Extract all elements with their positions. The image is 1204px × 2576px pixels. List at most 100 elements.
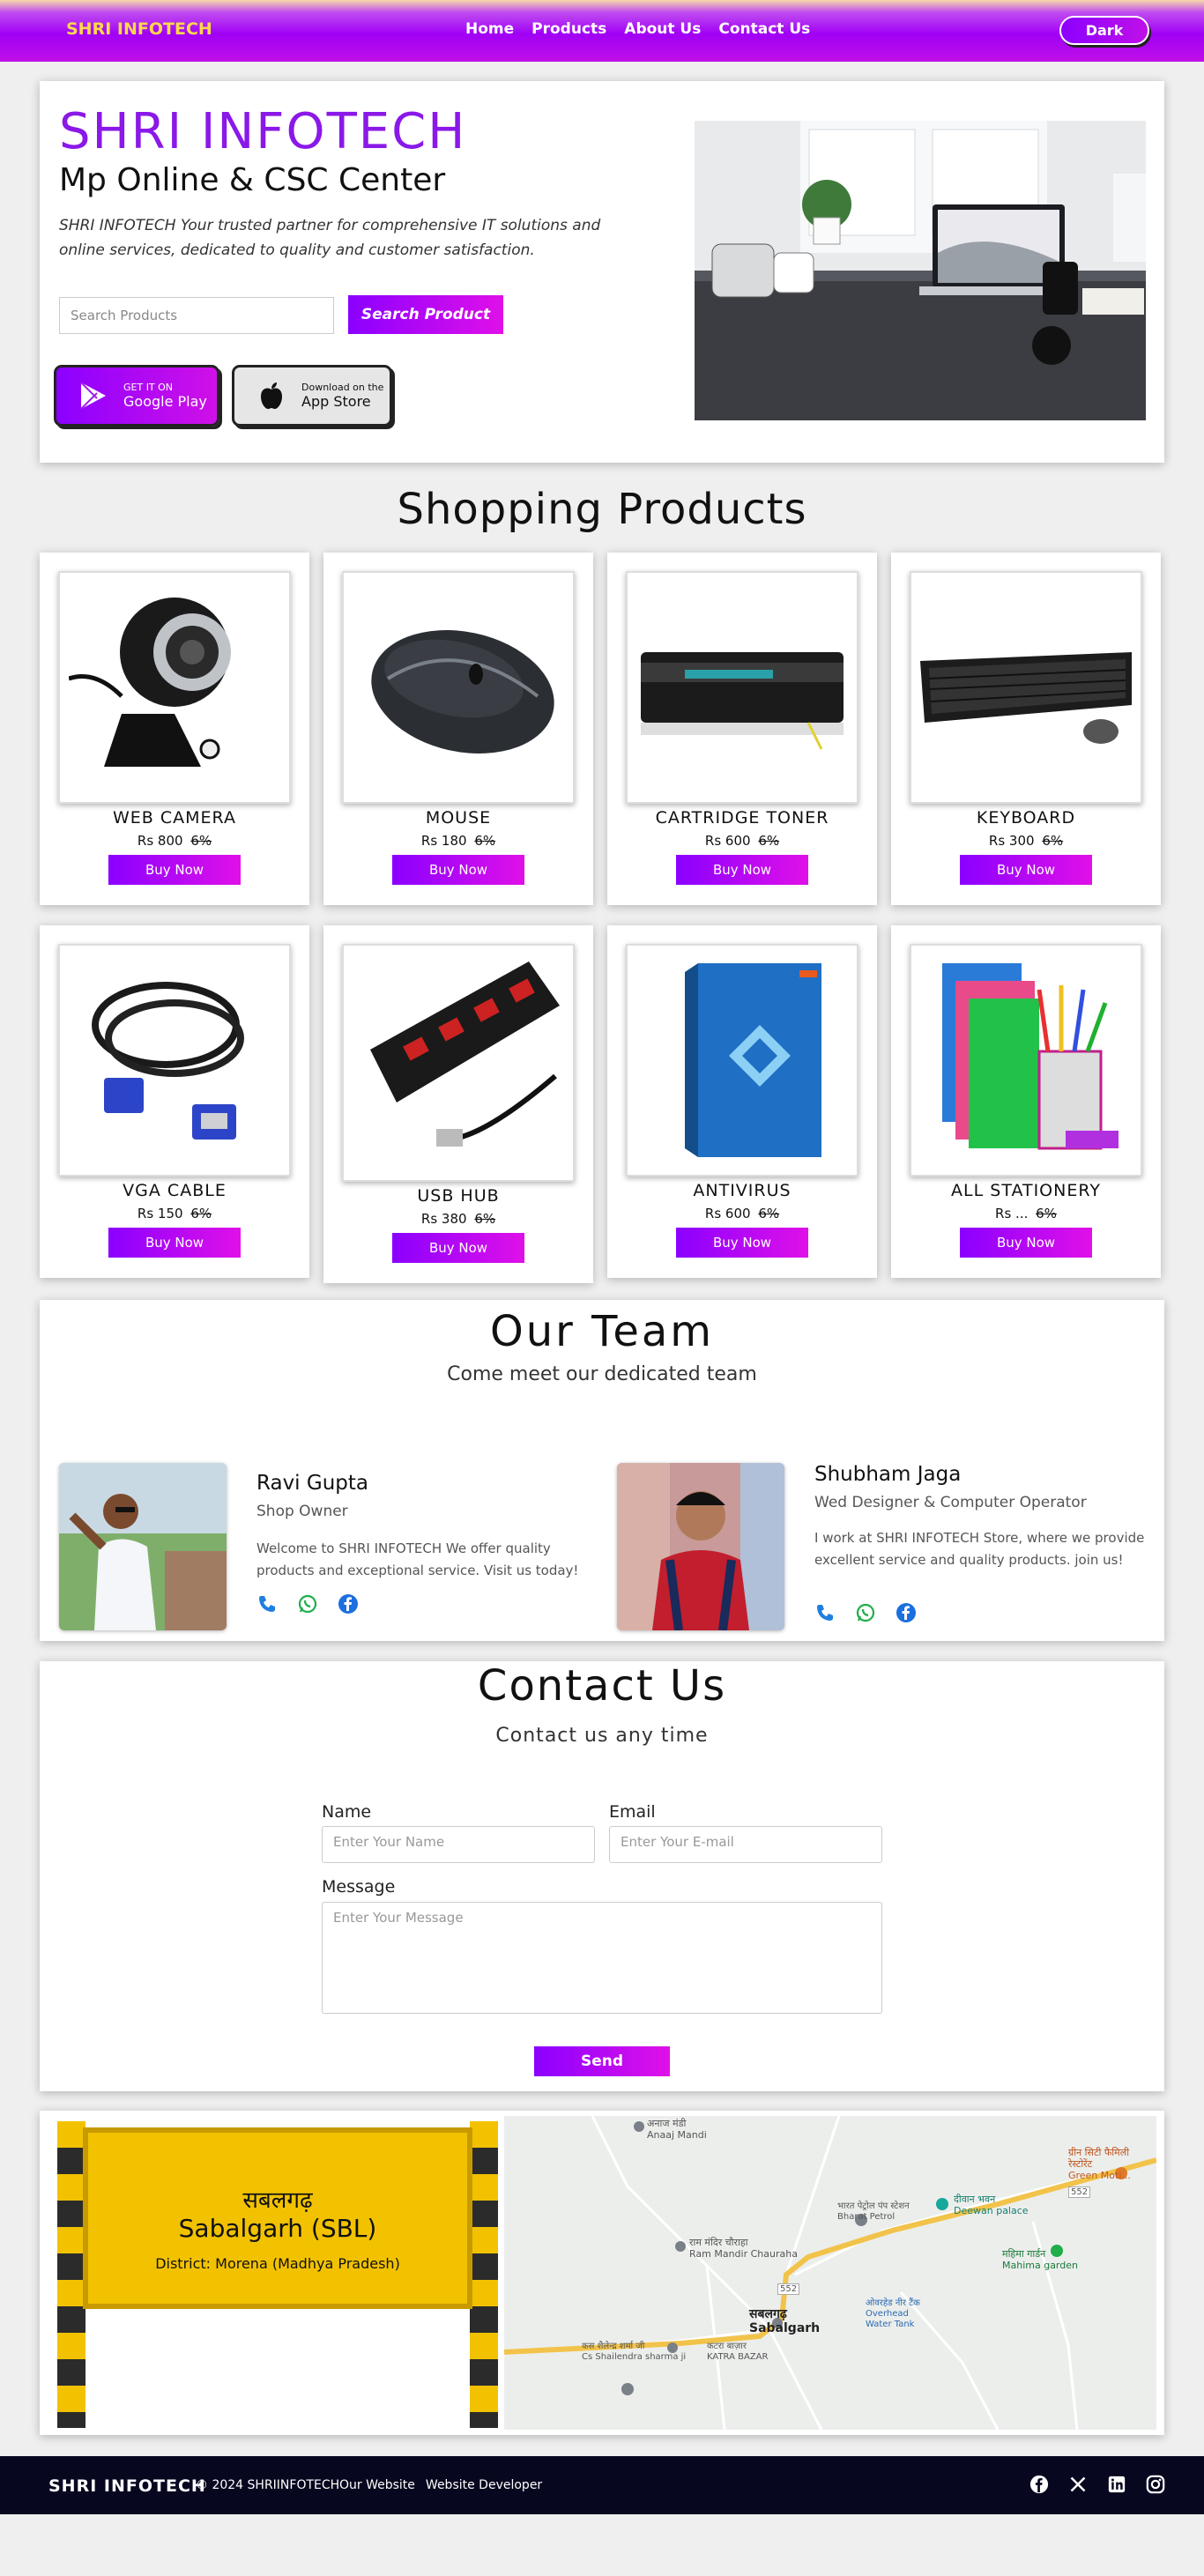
nav-links: Home Products About Us Contact Us	[465, 20, 810, 38]
google-play-small: GET IT ON	[123, 382, 174, 393]
discount-value: 6%	[758, 1206, 780, 1221]
facebook-icon[interactable]	[1029, 2474, 1050, 2495]
email-field[interactable]: Enter Your E-mail	[609, 1826, 882, 1863]
discount-value: 6%	[190, 833, 212, 849]
product-price: Rs 150 6%	[40, 1206, 309, 1221]
member-name: Shubham Jaga	[814, 1463, 962, 1486]
map-road-552: 552	[777, 2283, 800, 2295]
location-map[interactable]: अनाज मंडी Anaaj Mandi ग्रीन सिटी फैमिली र…	[504, 2116, 1156, 2430]
map-label-garden: महिमा गार्डन Mahima garden	[1002, 2248, 1078, 2271]
instagram-icon[interactable]	[1145, 2474, 1166, 2495]
team-member: Shubham Jaga Wed Designer & Computer Ope…	[617, 1463, 1146, 1635]
phone-icon[interactable]	[256, 1593, 278, 1618]
email-label: Email	[609, 1802, 656, 1822]
navbar: SHRI INFOTECH Home Products About Us Con…	[0, 0, 1204, 62]
hero-section: SHRI INFOTECH Mp Online & CSC Center SHR…	[40, 81, 1164, 463]
buy-now-button[interactable]: Buy Now	[676, 1228, 808, 1258]
map-label-town: सबलगढ़ Sabalgarh	[749, 2307, 821, 2335]
facebook-icon[interactable]	[338, 1593, 359, 1618]
buy-now-button[interactable]: Buy Now	[960, 855, 1092, 885]
team-title: Our Team	[489, 1307, 715, 1356]
dark-mode-toggle[interactable]: Dark	[1059, 16, 1149, 45]
discount-value: 6%	[1036, 1206, 1057, 1221]
board-english-name: Sabalgarh (SBL)	[178, 2214, 377, 2243]
mouse-icon	[342, 571, 575, 804]
cable-icon	[58, 944, 291, 1177]
hero-title: SHRI INFOTECH	[59, 103, 467, 160]
member-photo	[617, 1463, 784, 1630]
buy-now-button[interactable]: Buy Now	[392, 855, 524, 885]
product-price: Rs 800 6%	[40, 833, 309, 849]
member-role: Wed Designer & Computer Operator	[814, 1494, 1087, 1511]
send-button[interactable]: Send	[534, 2046, 670, 2076]
product-card: USB HUB Rs 380 6% Buy Now	[323, 925, 593, 1283]
map-label-diwan: दीवान भवन Deewan palace	[954, 2194, 1029, 2216]
location-section: सबलगढ़ Sabalgarh (SBL) District: Morena …	[40, 2111, 1164, 2435]
footer: SHRI INFOTECH © 2024 SHRIINFOTECH Our We…	[0, 2456, 1204, 2514]
price-value: Rs 150	[137, 1206, 183, 1221]
search-button[interactable]: Search Product	[348, 295, 503, 334]
contact-section: Contact Us Contact us any time Name Ente…	[40, 1661, 1164, 2091]
whatsapp-icon[interactable]	[297, 1593, 318, 1618]
buy-now-button[interactable]: Buy Now	[108, 855, 241, 885]
buy-now-button[interactable]: Buy Now	[960, 1228, 1092, 1258]
product-price: Rs 300 6%	[891, 833, 1161, 849]
map-label-petrol: भारत पेट्रोल पंप स्टेशन Bharat Petrol	[837, 2201, 910, 2222]
map-label-cs: कस शैलेन्द्र शर्मा जी Cs Shailendra sharm…	[582, 2342, 687, 2362]
toner-icon	[626, 571, 858, 804]
product-card: MOUSE Rs 180 6% Buy Now	[323, 553, 593, 905]
map-label-mandir: राम मंदिर चौराहा Ram Mandir Chauraha	[689, 2237, 798, 2260]
apple-icon	[254, 378, 289, 413]
product-card: ANTIVIRUS Rs 600 6% Buy Now	[607, 925, 877, 1278]
google-play-big: Google Play	[123, 393, 207, 410]
whatsapp-icon[interactable]	[855, 1602, 876, 1627]
buy-now-button[interactable]: Buy Now	[108, 1228, 241, 1258]
nav-link-about[interactable]: About Us	[624, 20, 701, 38]
map-label-hotel: ग्रीन सिटी फैमिली रेस्टोरेंट Green Moti..…	[1068, 2147, 1131, 2181]
buy-now-button[interactable]: Buy Now	[392, 1233, 524, 1263]
team-section: Our Team Come meet our dedicated team Ra…	[40, 1300, 1164, 1641]
phone-icon[interactable]	[814, 1602, 836, 1627]
price-value: Rs 600	[704, 833, 751, 849]
antivirus-icon	[626, 944, 858, 1177]
search-input[interactable]: Search Products	[59, 297, 334, 334]
google-play-button[interactable]: GET IT ON Google Play	[54, 365, 219, 427]
price-value: Rs 300	[988, 833, 1035, 849]
app-store-small: Download on the	[301, 382, 384, 393]
name-field[interactable]: Enter Your Name	[322, 1826, 595, 1863]
facebook-icon[interactable]	[896, 1602, 917, 1627]
product-price: Rs 180 6%	[323, 833, 593, 849]
hero-subtitle: Mp Online & CSC Center	[59, 162, 446, 198]
map-label-anaaj: अनाज मंडी Anaaj Mandi	[647, 2118, 707, 2141]
buy-now-button[interactable]: Buy Now	[676, 855, 808, 885]
linkedin-icon[interactable]	[1106, 2474, 1127, 2495]
product-name: CARTRIDGE TONER	[655, 808, 829, 828]
contact-subtitle: Contact us any time	[495, 1725, 709, 1747]
board-district: District: Morena (Madhya Pradesh)	[155, 2255, 400, 2272]
message-field[interactable]: Enter Your Message	[322, 1902, 882, 2014]
discount-value: 6%	[474, 1211, 496, 1227]
member-name: Ravi Gupta	[256, 1472, 368, 1495]
member-description: Welcome to SHRI INFOTECH We offer qualit…	[256, 1540, 579, 1578]
google-play-icon	[76, 378, 111, 413]
team-member: Ravi Gupta Shop Owner Welcome to SHRI IN…	[59, 1463, 588, 1635]
nav-link-contact[interactable]: Contact Us	[718, 20, 810, 38]
footer-social	[1029, 2474, 1166, 2495]
stationery-icon	[910, 944, 1142, 1177]
nav-link-home[interactable]: Home	[465, 20, 514, 38]
product-card: ALL STATIONERY Rs ... 6% Buy Now	[891, 925, 1161, 1278]
app-store-button[interactable]: Download on the App Store	[232, 365, 392, 427]
footer-link-developer[interactable]: Website Developer	[426, 2478, 542, 2492]
map-label-tank: ओवरहेड नीर टैंक Overhead Water Tank	[866, 2298, 920, 2329]
footer-link-website[interactable]: Our Website	[339, 2478, 415, 2492]
x-twitter-icon[interactable]	[1067, 2474, 1089, 2495]
product-name: VGA CABLE	[123, 1181, 227, 1200]
price-value: Rs 600	[704, 1206, 751, 1221]
nav-brand[interactable]: SHRI INFOTECH	[66, 19, 212, 39]
nav-link-products[interactable]: Products	[531, 20, 606, 38]
message-label: Message	[322, 1877, 396, 1897]
member-social	[256, 1593, 359, 1618]
name-label: Name	[322, 1802, 372, 1822]
price-value: Rs 380	[420, 1211, 467, 1227]
hero-workspace-image	[695, 121, 1146, 420]
